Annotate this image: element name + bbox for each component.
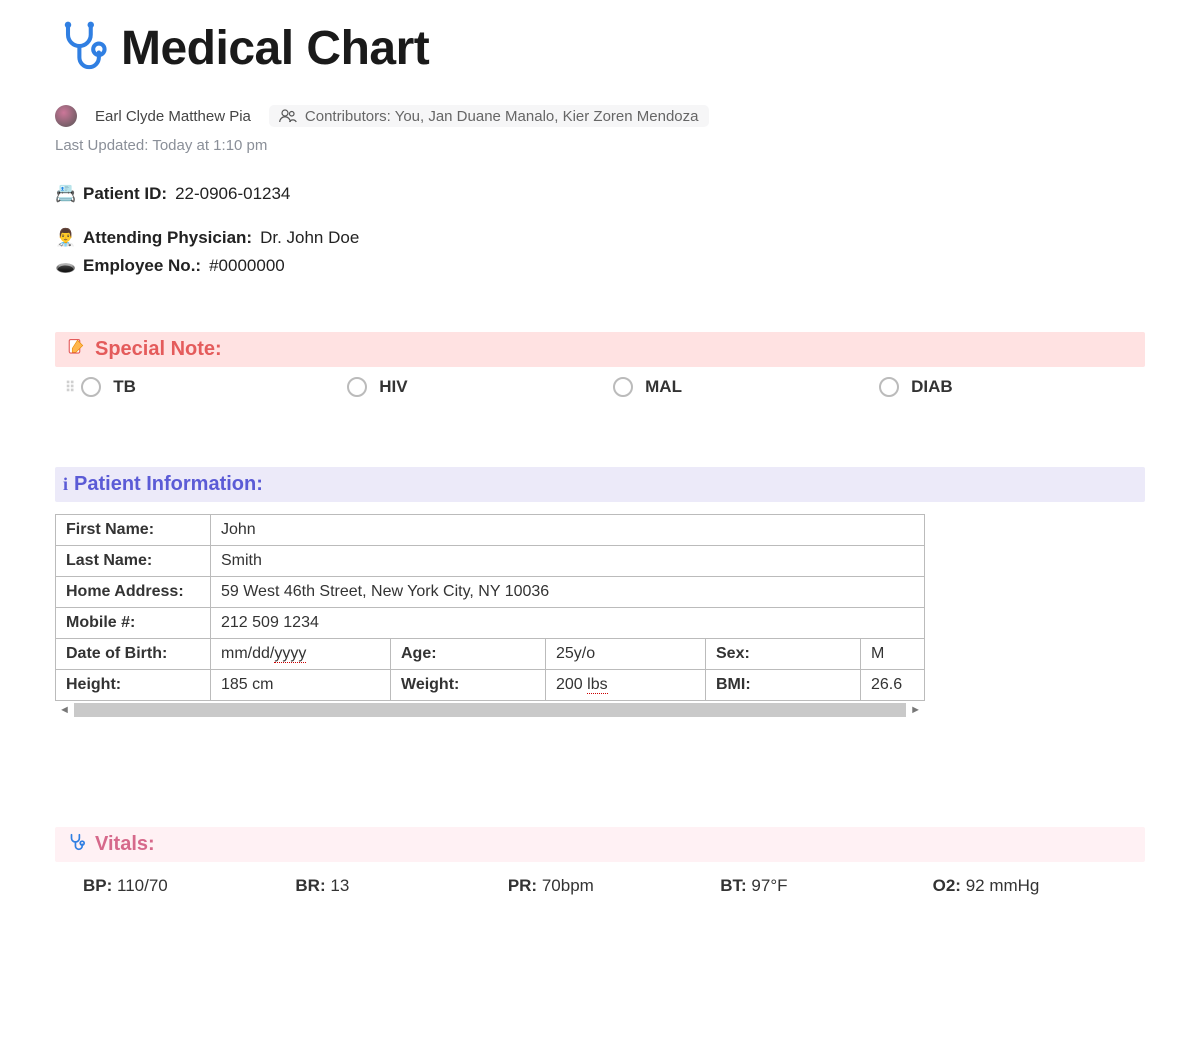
vitals-row: BP: 110/70 BR: 13 PR: 70bpm BT: 97°F O2:… (55, 876, 1145, 896)
horizontal-scrollbar[interactable]: ◄ ► (55, 703, 925, 717)
option-mal[interactable]: MAL (613, 377, 879, 397)
special-note-header: Special Note: (55, 332, 1145, 367)
circle-icon (347, 377, 367, 397)
employee-no-label: Employee No.: (83, 256, 201, 276)
stethoscope-icon (55, 20, 107, 77)
vital-pr: PR: 70bpm (508, 876, 720, 896)
patient-id-label: Patient ID: (83, 184, 167, 204)
info-icon: i (63, 474, 68, 495)
first-name-label: First Name: (56, 515, 211, 546)
sex-value[interactable]: M (861, 639, 925, 670)
patient-id-value: 22-0906-01234 (175, 184, 290, 204)
option-tb[interactable]: TB (81, 377, 347, 397)
address-value[interactable]: 59 West 46th Street, New York City, NY 1… (211, 577, 925, 608)
circle-icon (613, 377, 633, 397)
option-hiv[interactable]: HIV (347, 377, 613, 397)
contributors-pill[interactable]: Contributors: You, Jan Duane Manalo, Kie… (269, 105, 709, 127)
people-icon (279, 107, 297, 125)
dob-value[interactable]: mm/dd/yyyy (211, 639, 391, 670)
patient-id-icon: 📇 (55, 184, 75, 204)
page-title: Medical Chart (121, 21, 429, 76)
physician-value: Dr. John Doe (260, 228, 359, 248)
vital-o2: O2: 92 mmHg (933, 876, 1145, 896)
patient-info-header: i Patient Information: (55, 467, 1145, 502)
scroll-left-icon[interactable]: ◄ (55, 704, 74, 716)
physician-icon: 👨‍⚕️ (55, 228, 75, 248)
weight-value[interactable]: 200 lbs (546, 670, 706, 701)
last-name-value[interactable]: Smith (211, 546, 925, 577)
circle-icon (81, 377, 101, 397)
address-label: Home Address: (56, 577, 211, 608)
vital-bt: BT: 97°F (720, 876, 932, 896)
sex-label: Sex: (706, 639, 861, 670)
stethoscope-icon (67, 833, 85, 856)
physician-label: Attending Physician: (83, 228, 252, 248)
last-name-label: Last Name: (56, 546, 211, 577)
age-label: Age: (391, 639, 546, 670)
author-name: Earl Clyde Matthew Pia (95, 108, 251, 125)
weight-label: Weight: (391, 670, 546, 701)
employee-no-value: #0000000 (209, 256, 285, 276)
patient-info-table: First Name: John Last Name: Smith Home A… (55, 514, 925, 701)
vitals-header: Vitals: (55, 827, 1145, 862)
note-icon (67, 338, 85, 361)
mobile-label: Mobile #: (56, 608, 211, 639)
vital-br: BR: 13 (295, 876, 507, 896)
employee-icon: 🕳️ (55, 256, 75, 276)
vital-bp: BP: 110/70 (83, 876, 295, 896)
last-updated: Last Updated: Today at 1:10 pm (55, 137, 1145, 154)
dob-label: Date of Birth: (56, 639, 211, 670)
mobile-value[interactable]: 212 509 1234 (211, 608, 925, 639)
first-name-value[interactable]: John (211, 515, 925, 546)
contributors-label: Contributors: (305, 108, 391, 125)
drag-handle-icon[interactable]: ⠿ (65, 379, 75, 396)
option-diab[interactable]: DIAB (879, 377, 1145, 397)
scroll-right-icon[interactable]: ► (906, 704, 925, 716)
author-avatar (55, 105, 77, 127)
age-value[interactable]: 25y/o (546, 639, 706, 670)
bmi-value[interactable]: 26.6 (861, 670, 925, 701)
bmi-label: BMI: (706, 670, 861, 701)
contributors-list: You, Jan Duane Manalo, Kier Zoren Mendoz… (395, 108, 699, 125)
special-note-options: ⠿ TB HIV MAL DIAB (55, 377, 1145, 397)
circle-icon (879, 377, 899, 397)
height-value[interactable]: 185 cm (211, 670, 391, 701)
height-label: Height: (56, 670, 211, 701)
